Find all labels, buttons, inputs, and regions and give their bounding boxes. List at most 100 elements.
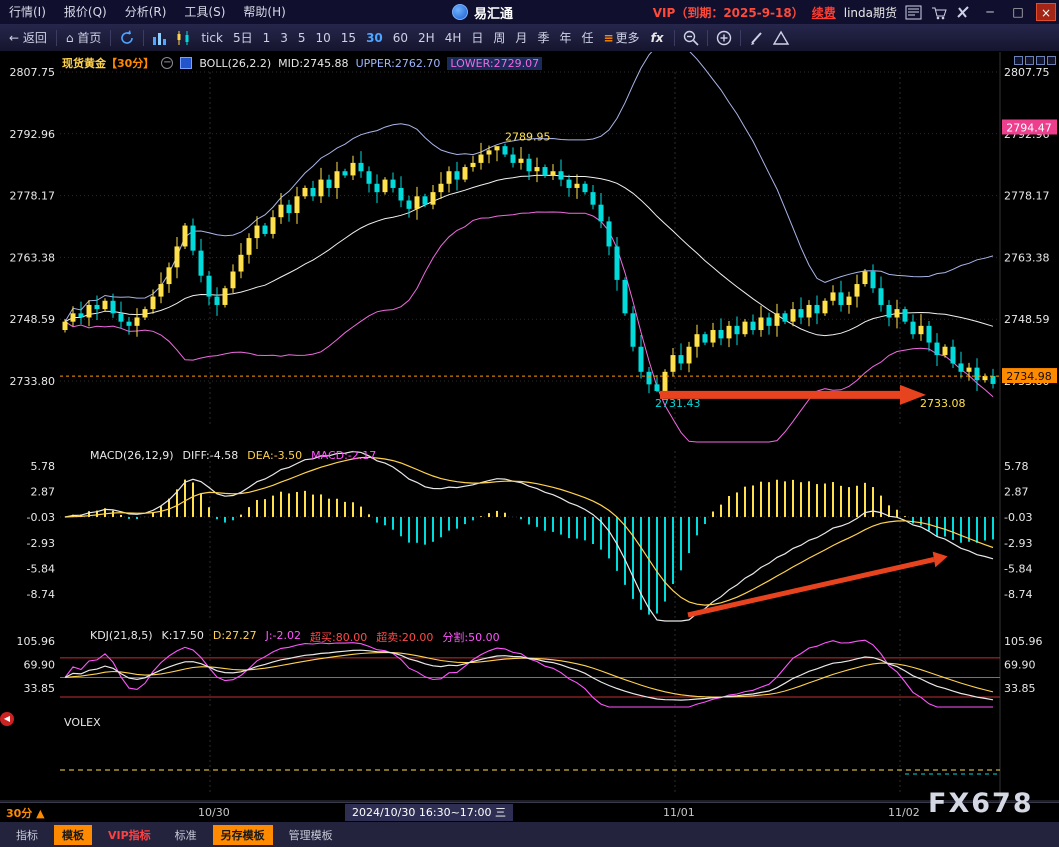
period-10[interactable]: 10	[311, 29, 336, 47]
layout-split-icon[interactable]	[1025, 56, 1034, 65]
period-日[interactable]: 日	[466, 27, 488, 48]
svg-text:2807.75: 2807.75	[10, 66, 56, 79]
bottom-tab-2[interactable]: VIP指标	[100, 825, 159, 845]
period-周[interactable]: 周	[488, 27, 510, 48]
boll-indicator-icon[interactable]	[180, 57, 192, 69]
svg-text:2733.80: 2733.80	[10, 375, 56, 388]
tools-icon[interactable]	[955, 5, 972, 20]
formula-button[interactable]: fx	[645, 31, 670, 45]
svg-text:5.78: 5.78	[1004, 460, 1029, 473]
symbol-period: 【30分】	[106, 57, 154, 70]
symbol-name: 现货黄金	[62, 57, 106, 70]
svg-text:2794.47: 2794.47	[1006, 121, 1052, 134]
svg-text:33.85: 33.85	[1004, 682, 1036, 695]
svg-text:-2.93: -2.93	[1004, 537, 1032, 550]
bottom-tab-bar: 指标模板 VIP指标标准另存模板管理模板	[0, 822, 1059, 847]
boll-upper-value: UPPER:2762.70	[356, 57, 441, 70]
period-selector: tick5日135101530602H4H日周月季年任	[196, 27, 598, 48]
back-button[interactable]: ← 返回	[4, 27, 52, 48]
macd-dea-value: DEA:-3.50	[247, 449, 302, 462]
bottom-tab-0[interactable]: 指标	[8, 825, 46, 845]
menu-item-0[interactable]: 行情(I)	[0, 5, 55, 19]
svg-text:2731.43: 2731.43	[655, 397, 701, 410]
macd-header: MACD(26,12,9) DIFF:-4.58 DEA:-3.50 MACD:…	[90, 449, 376, 462]
main-chart-legend: 现货黄金【30分】 BOLL(26,2.2) MID:2745.88 UPPER…	[62, 55, 542, 71]
volex-header: VOLEX	[64, 716, 101, 729]
svg-text:105.96: 105.96	[1004, 635, 1043, 648]
account-name: linda期货	[844, 4, 897, 21]
more-button[interactable]: ≡更多	[598, 27, 644, 48]
bottom-tab-5[interactable]: 管理模板	[281, 825, 341, 845]
time-label-1: 11/01	[663, 806, 695, 819]
volex-panel-canvas[interactable]	[0, 710, 1059, 802]
zoom-in-icon[interactable]	[715, 29, 733, 47]
menu-item-4[interactable]: 帮助(H)	[234, 5, 294, 19]
app-logo-text: 易汇通	[474, 3, 513, 22]
period-15[interactable]: 15	[336, 29, 361, 47]
bottom-tab-1[interactable]: 模板	[54, 825, 92, 845]
toolbar: ← 返回 ⌂ 首页 tick5日135101530602H4H日周月季年任 ≡更…	[0, 24, 1059, 52]
period-5日[interactable]: 5日	[228, 27, 258, 48]
home-button[interactable]: ⌂ 首页	[61, 27, 106, 48]
period-60[interactable]: 60	[388, 29, 413, 47]
bottom-tab-4[interactable]: 另存模板	[213, 825, 273, 845]
main-chart-canvas[interactable]: 2807.752807.752792.962792.962778.172778.…	[0, 52, 1059, 445]
side-alert-badge[interactable]: ◀	[0, 712, 14, 726]
period-月[interactable]: 月	[510, 27, 532, 48]
layout-grid-icon[interactable]	[1036, 56, 1045, 65]
period-5[interactable]: 5	[293, 29, 311, 47]
svg-text:2792.96: 2792.96	[10, 128, 56, 141]
period-季[interactable]: 季	[532, 27, 554, 48]
draw-pencil-icon[interactable]	[748, 29, 766, 47]
kdj-title: KDJ(21,8,5)	[90, 629, 153, 645]
svg-text:-5.84: -5.84	[1004, 562, 1032, 575]
refresh-icon[interactable]	[118, 29, 136, 47]
maximize-button[interactable]: □	[1008, 3, 1028, 21]
period-tick[interactable]: tick	[196, 29, 228, 47]
period-3[interactable]: 3	[275, 29, 293, 47]
zoom-out-icon[interactable]	[682, 29, 700, 47]
boll-lower-value: LOWER:2729.07	[447, 57, 542, 70]
candlestick-chart-icon[interactable]	[175, 29, 193, 47]
period-任[interactable]: 任	[576, 27, 598, 48]
period-30[interactable]: 30	[361, 29, 388, 47]
period-年[interactable]: 年	[554, 27, 576, 48]
macd-diff-value: DIFF:-4.58	[183, 449, 239, 462]
panel-layout-icons	[1014, 56, 1056, 65]
menu-bar: 行情(I)报价(Q)分析(R)工具(S)帮助(H)	[0, 0, 295, 24]
svg-text:2748.59: 2748.59	[10, 313, 56, 326]
svg-text:2748.59: 2748.59	[1004, 313, 1050, 326]
renew-link[interactable]: 续费	[812, 4, 836, 21]
kdj-split-value: 分割:50.00	[442, 629, 499, 645]
titlebar: 行情(I)报价(Q)分析(R)工具(S)帮助(H) 易汇通 VIP（到期：202…	[0, 0, 1059, 24]
svg-text:2.87: 2.87	[1004, 486, 1029, 499]
svg-text:-8.74: -8.74	[27, 588, 55, 601]
svg-text:2778.17: 2778.17	[1004, 190, 1050, 203]
time-label-0: 10/30	[198, 806, 230, 819]
menu-item-1[interactable]: 报价(Q)	[55, 5, 116, 19]
bottom-tab-3[interactable]: 标准	[167, 825, 205, 845]
time-label-2: 11/02	[888, 806, 920, 819]
period-2H[interactable]: 2H	[413, 29, 440, 47]
minimize-button[interactable]: ─	[980, 3, 1000, 21]
close-button[interactable]: ×	[1036, 3, 1056, 21]
menu-item-2[interactable]: 分析(R)	[116, 5, 176, 19]
svg-text:2733.08: 2733.08	[920, 397, 966, 410]
macd-panel-canvas[interactable]: 5.785.782.872.87-0.03-0.03-2.93-2.93-5.8…	[0, 445, 1059, 625]
bar-chart-icon[interactable]	[151, 29, 169, 47]
layout-quad-icon[interactable]	[1047, 56, 1056, 65]
news-icon[interactable]	[905, 5, 922, 20]
menu-item-3[interactable]: 工具(S)	[175, 5, 234, 19]
macd-title: MACD(26,12,9)	[90, 449, 174, 462]
collapse-icon[interactable]	[161, 57, 173, 69]
shape-triangle-icon[interactable]	[772, 29, 790, 47]
svg-text:2763.38: 2763.38	[10, 251, 56, 264]
current-period-flag[interactable]: 30分 ▲	[6, 805, 45, 821]
period-4H[interactable]: 4H	[440, 29, 467, 47]
period-1[interactable]: 1	[258, 29, 276, 47]
cart-icon[interactable]	[930, 5, 947, 20]
layout-single-icon[interactable]	[1014, 56, 1023, 65]
svg-text:-0.03: -0.03	[1004, 511, 1032, 524]
svg-text:69.90: 69.90	[1004, 659, 1036, 672]
kdj-overbought-value: 超买:80.00	[310, 629, 367, 645]
